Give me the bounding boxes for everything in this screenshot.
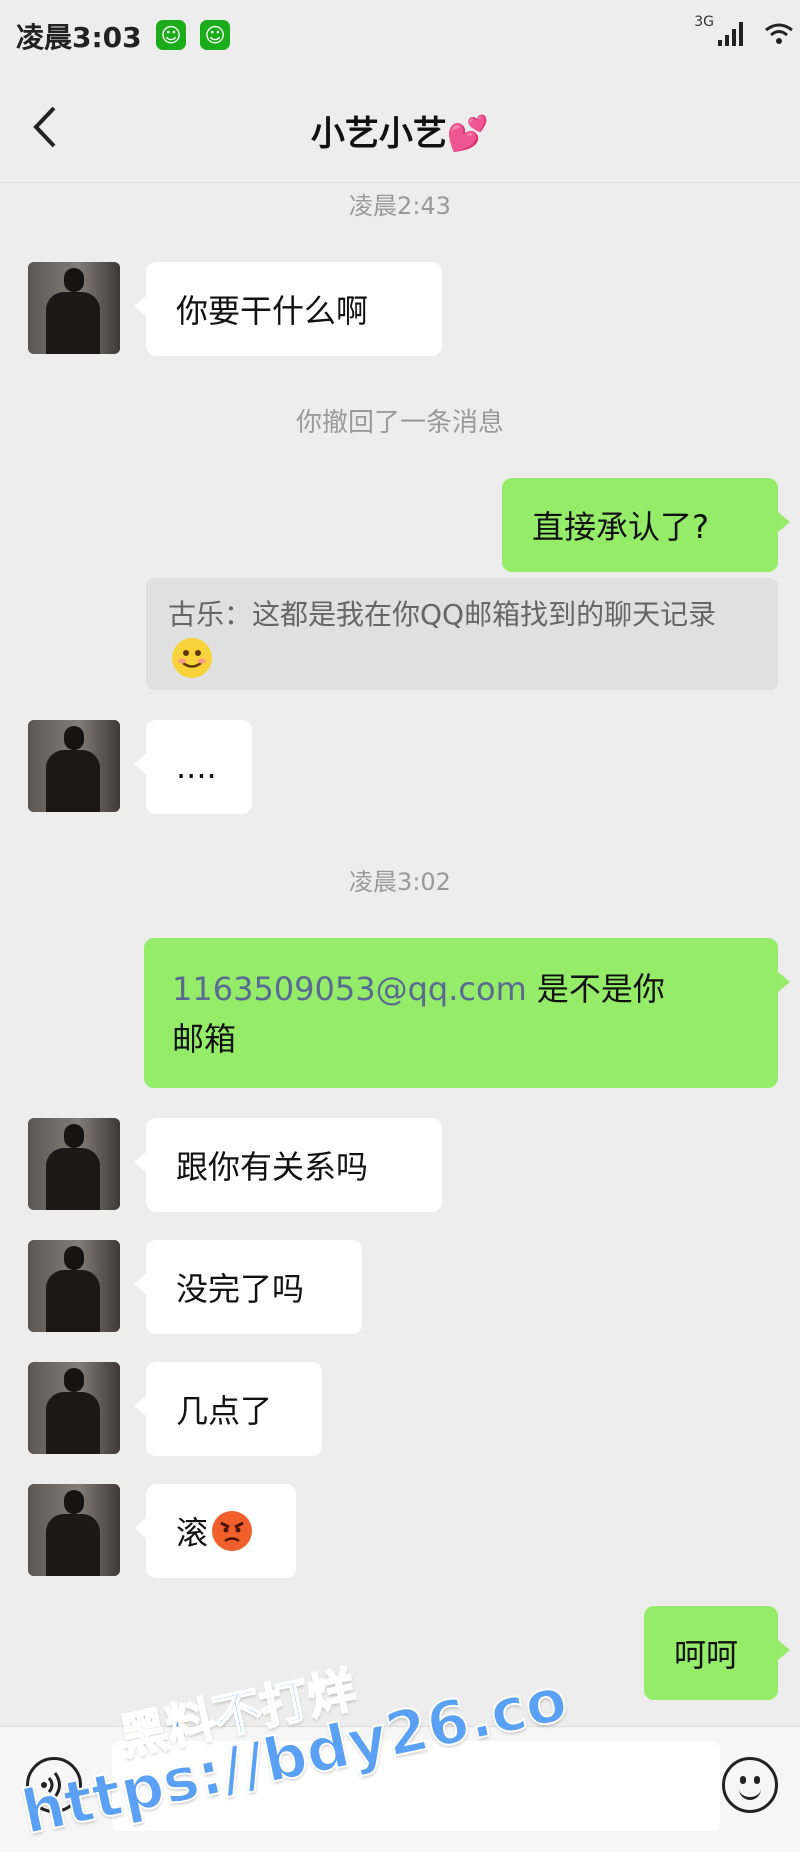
signal-icon [718, 22, 743, 46]
notification-app-icon: ☺ [156, 20, 186, 50]
smile-emoji-icon [172, 638, 212, 678]
message-text: 是不是你 [526, 970, 665, 1008]
message-bubble-received[interactable]: 几点了 [134, 1362, 322, 1456]
message-bubble-received[interactable]: 你要干什么啊 [134, 262, 442, 356]
contact-avatar[interactable] [28, 720, 120, 812]
hearts-emoji: 💕 [446, 114, 490, 154]
message-bubble-received[interactable]: 跟你有关系吗 [134, 1118, 442, 1212]
contact-avatar[interactable] [28, 1240, 120, 1332]
contact-name: 小艺小艺 [310, 114, 447, 154]
timestamp: 凌晨2:43 [349, 192, 451, 220]
email-link[interactable]: 1163509053@qq.com [172, 970, 527, 1008]
message-text: 呵呵 [674, 1636, 739, 1674]
message-text: 你要干什么啊 [176, 292, 369, 330]
message-text: 滚 [176, 1514, 209, 1552]
contact-avatar[interactable] [28, 1362, 120, 1454]
wifi-icon [765, 23, 793, 44]
quoted-message[interactable]: 古乐：这都是我在你QQ邮箱找到的聊天记录 [146, 578, 778, 690]
message-bubble-received[interactable]: .... [134, 720, 252, 814]
quote-text: 古乐：这都是我在你QQ邮箱找到的聊天记录 [168, 598, 717, 631]
emoji-button-icon[interactable] [722, 1757, 778, 1813]
notification-app-icon: ☺ [200, 20, 230, 50]
message-bubble-sent[interactable]: 呵呵 [644, 1606, 790, 1700]
contact-avatar[interactable] [28, 262, 120, 354]
chat-header: 小艺小艺💕 [0, 72, 800, 183]
message-text: 几点了 [176, 1392, 273, 1430]
message-bubble-received[interactable]: 滚 [134, 1484, 296, 1578]
message-text: 没完了吗 [176, 1270, 305, 1308]
status-time: 凌晨3:03 [16, 21, 142, 54]
contact-avatar[interactable] [28, 1484, 120, 1576]
message-bubble-sent[interactable]: 直接承认了? [502, 478, 790, 572]
message-bubble-received[interactable]: 没完了吗 [134, 1240, 362, 1334]
timestamp: 凌晨3:02 [349, 868, 451, 896]
message-text: 跟你有关系吗 [176, 1148, 369, 1186]
recall-notice: 你撤回了一条消息 [295, 408, 504, 438]
contact-avatar[interactable] [28, 1118, 120, 1210]
message-text: 直接承认了? [532, 508, 709, 546]
message-text: 邮箱 [172, 1020, 237, 1058]
status-bar: 凌晨3:03 ☺ ☺ 3G [0, 0, 800, 72]
angry-emoji-icon [212, 1511, 253, 1551]
message-text: .... [176, 748, 217, 786]
message-bubble-sent[interactable]: 1163509053@qq.com 是不是你 邮箱 [144, 938, 790, 1088]
chat-title: 小艺小艺💕 [0, 106, 800, 155]
